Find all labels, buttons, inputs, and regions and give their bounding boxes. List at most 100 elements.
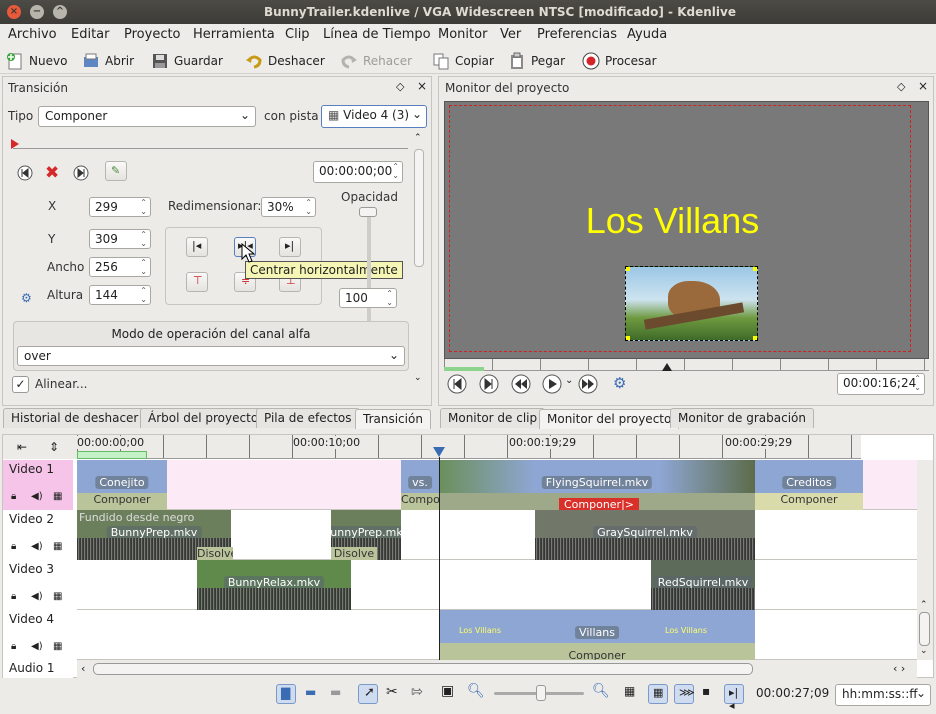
scroll-down-icon[interactable]: ⌄ — [920, 646, 928, 656]
transition-componer-1[interactable]: Componer — [77, 493, 167, 510]
speaker-icon[interactable]: ◀) — [31, 541, 43, 552]
open-button[interactable]: Abrir — [82, 49, 134, 73]
speaker-icon[interactable]: ◀) — [31, 491, 43, 502]
monitor-settings-gear-icon[interactable]: ⚙ — [613, 374, 626, 392]
sync-keyframe-button[interactable]: ✎ — [105, 161, 127, 181]
zoom-in-icon[interactable]: 🔍︎ — [592, 683, 610, 699]
lock-icon[interactable]: 🔒︎ — [11, 491, 16, 502]
video-thumbnails-button[interactable]: ▇ — [276, 684, 296, 704]
vscroll-handle[interactable] — [919, 612, 930, 646]
tab-pila-efectos[interactable]: Pila de efectos — [256, 408, 360, 428]
paste-button[interactable]: Pegar — [508, 49, 565, 73]
play-icon[interactable] — [542, 374, 562, 394]
razor-scissors-icon[interactable]: ✂ — [386, 684, 398, 700]
pista-select[interactable]: ▦ Video 4 (3) ⌄ — [321, 105, 427, 128]
close-panel-icon[interactable]: × — [417, 79, 427, 93]
maximize-window-button[interactable]: ^ — [53, 5, 67, 19]
playhead-icon[interactable] — [433, 447, 445, 457]
composited-video-frame[interactable] — [625, 266, 758, 341]
track-video1-head[interactable]: Video 1 🔒︎ ◀) ▦ — [3, 460, 73, 510]
zoom-fit-icon[interactable]: ▣ — [441, 683, 454, 699]
alpha-mode-select[interactable]: over ⌄ — [17, 346, 405, 366]
settings-gear-icon[interactable]: ⚙ — [21, 291, 32, 305]
clip-villans[interactable]: Los Villans Villans Los Villans — [439, 610, 755, 643]
align-top-button[interactable]: ⊤ — [186, 272, 208, 292]
timecode-format-select[interactable]: hh:mm:ss::ff ⌄ — [835, 684, 931, 706]
handle-bottom-left[interactable] — [626, 336, 630, 340]
rewind-to-start-icon[interactable] — [447, 374, 467, 394]
menu-linea-de-tiempo[interactable]: Línea de Tiempo — [323, 27, 431, 42]
spacer-tool-icon[interactable]: ⇰ — [411, 684, 423, 700]
next-keyframe-icon[interactable] — [73, 165, 89, 181]
monitor-ruler[interactable] — [444, 359, 929, 371]
timeline-hscrollbar[interactable]: ‹ ‹ › — [77, 660, 917, 678]
monitor-screen[interactable]: Los Villans — [444, 101, 929, 359]
lock-icon[interactable]: 🔒︎ — [11, 541, 16, 552]
audio-thumbnails-icon[interactable]: ▬ — [305, 685, 316, 699]
transition-componer-main[interactable]: Componer|> — [439, 493, 755, 512]
transition-componer-v4[interactable]: Componer — [439, 643, 755, 660]
delete-keyframe-icon[interactable]: ✖ — [45, 163, 59, 183]
menu-preferencias[interactable]: Preferencias — [537, 27, 617, 42]
timeline-vscrollbar[interactable]: ⌃ ⌄ — [917, 460, 933, 660]
menu-monitor[interactable]: Monitor — [438, 27, 487, 42]
redo-button[interactable]: Rehacer — [340, 49, 412, 73]
keyframe-timecode[interactable]: 00:00:00;00 ⌃ ⌄ — [313, 161, 403, 183]
panel-scrollbar[interactable] — [414, 149, 424, 267]
keyframe-ruler[interactable] — [11, 137, 408, 149]
video-visibility-icon[interactable]: ▦ — [53, 641, 62, 652]
y-spinbox[interactable]: 309 ⌃ ⌄ — [89, 229, 151, 249]
render-button[interactable]: Procesar — [582, 49, 657, 73]
chevron-down-icon[interactable]: ⌄ — [565, 375, 573, 386]
fast-forward-icon[interactable] — [578, 374, 598, 394]
undo-button[interactable]: Deshacer — [245, 49, 325, 73]
track-video4-head[interactable]: Video 4 🔒︎ ◀) ▦ — [3, 610, 73, 660]
ancho-spinbox[interactable]: 256 ⌃ ⌄ — [89, 257, 151, 277]
monitor-timecode[interactable]: 00:00:16;24 ⌃ ⌄ — [837, 373, 925, 395]
menu-herramienta[interactable]: Herramienta — [193, 27, 275, 42]
video-visibility-icon[interactable]: ▦ — [53, 491, 62, 502]
altura-spinbox[interactable]: 144 ⌃ ⌄ — [89, 285, 151, 305]
align-right-button[interactable]: ▸| — [279, 237, 301, 257]
timeline-ruler[interactable]: 00:00:00;00 00:00:10;00 00:00:19;29 00:0… — [77, 435, 861, 459]
handle-top-left[interactable] — [626, 267, 630, 271]
snap-toggle-button[interactable]: ▸|◂ — [724, 684, 744, 712]
menu-clip[interactable]: Clip — [285, 27, 310, 42]
clip-flyingsquirrel[interactable]: FlyingSquirrel.mkv — [439, 460, 755, 493]
handle-top-right[interactable] — [753, 267, 757, 271]
clip-bunnyrelax[interactable]: BunnyRelax.mkv — [197, 560, 351, 610]
previous-keyframe-icon[interactable] — [17, 165, 33, 181]
float-panel-icon[interactable]: ◇ — [897, 80, 905, 93]
opacity-slider-handle[interactable] — [359, 207, 377, 217]
rewind-icon[interactable] — [511, 374, 531, 394]
tab-arbol-proyecto[interactable]: Árbol del proyecto — [140, 408, 267, 428]
transition-componer-4[interactable]: Componer — [755, 493, 863, 510]
new-button[interactable]: Nuevo — [6, 49, 67, 73]
track-audio1-head[interactable]: Audio 1 — [3, 660, 73, 678]
tab-historial-deshacer[interactable]: Historial de deshacer — [3, 408, 147, 428]
transition-disolve-2[interactable]: Disolve — [331, 547, 377, 560]
zoom-slider-handle[interactable] — [536, 685, 546, 701]
tab-monitor-grabacion[interactable]: Monitor de grabación — [670, 408, 814, 428]
clip-redsquirrel[interactable]: RedSquirrel.mkv — [651, 560, 755, 610]
alinear-checkbox[interactable]: ✓ — [12, 376, 29, 393]
minimize-window-button[interactable]: − — [30, 5, 44, 19]
clip-conejito[interactable]: Conejito — [77, 460, 167, 493]
markers-icon[interactable]: ▬ — [330, 685, 341, 699]
menu-ver[interactable]: Ver — [500, 27, 521, 42]
close-window-button[interactable]: × — [7, 5, 21, 19]
x-spinbox[interactable]: 299 ⌃ ⌄ — [89, 197, 151, 217]
zoom-fit-icon[interactable]: ⇤ — [17, 440, 27, 454]
video-visibility-icon[interactable]: ▦ — [53, 591, 62, 602]
clip-vs[interactable]: vs. — [401, 460, 439, 493]
speaker-icon[interactable]: ◀) — [31, 591, 43, 602]
scroll-up-icon[interactable]: ⌃ — [414, 133, 422, 143]
transition-disolve-1[interactable]: Disolve — [197, 547, 233, 560]
opacity-spinbox[interactable]: 100 ⌃ ⌄ — [339, 288, 397, 308]
track-video3-head[interactable]: Video 3 🔒︎ ◀) ▦ — [3, 560, 73, 610]
close-panel-icon[interactable]: × — [918, 79, 928, 93]
menu-ayuda[interactable]: Ayuda — [627, 27, 667, 42]
lock-icon[interactable]: 🔒︎ — [11, 591, 16, 602]
menu-archivo[interactable]: Archivo — [8, 27, 57, 42]
scroll-down-icon[interactable]: ⌄ — [414, 373, 422, 383]
